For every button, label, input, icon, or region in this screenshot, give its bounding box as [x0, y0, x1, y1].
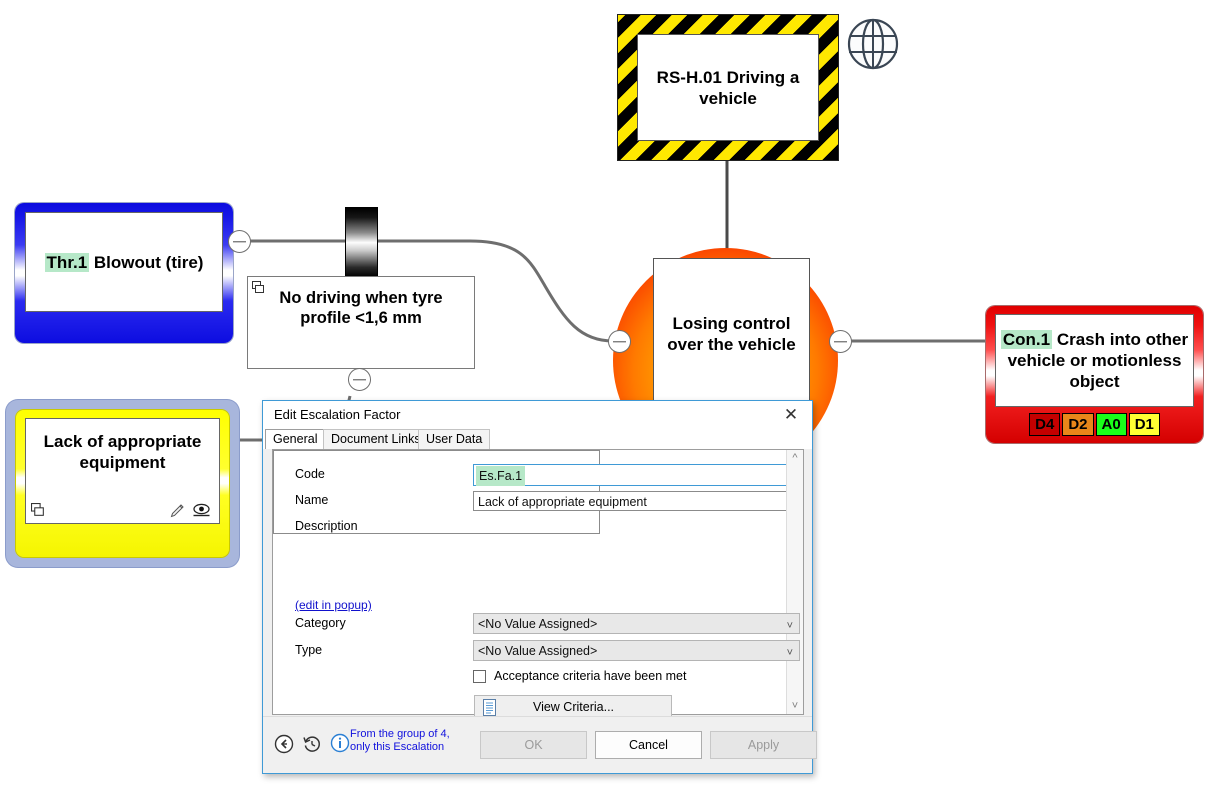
footer-note-line1: From the group of 4,: [350, 728, 465, 741]
copy-icon[interactable]: [31, 503, 46, 518]
threat-code: Thr.1: [45, 253, 90, 272]
consequence-badge[interactable]: D1: [1129, 413, 1160, 436]
edit-in-popup-link[interactable]: (edit in popup): [295, 598, 372, 612]
dialog-footer: From the group of 4, only this Escalatio…: [263, 716, 812, 773]
type-value: <No Value Assigned>: [478, 644, 597, 658]
name-label: Name: [295, 493, 328, 507]
threat-node-inner: Thr.1 Blowout (tire): [25, 212, 223, 312]
info-icon[interactable]: [330, 733, 350, 753]
code-input-value: Es.Fa.1: [476, 466, 525, 486]
description-scrollbar[interactable]: ^ ˅: [786, 450, 803, 714]
consequence-badges: D4D2A0D1: [986, 413, 1203, 436]
cancel-button[interactable]: Cancel: [595, 731, 702, 759]
pencil-icon[interactable]: [169, 503, 185, 519]
chevron-down-icon: ˅: [787, 618, 793, 635]
consequence-badge[interactable]: D2: [1062, 413, 1093, 436]
document-icon: [483, 699, 498, 716]
acceptance-criteria-label: Acceptance criteria have been met: [494, 669, 686, 683]
footer-note-line2: only this Escalation: [350, 741, 465, 754]
code-label: Code: [295, 467, 325, 481]
top-event-node[interactable]: Losing control over the vehicle: [653, 258, 810, 410]
top-event-right-connector[interactable]: [829, 330, 852, 353]
back-arrow-icon[interactable]: [274, 734, 294, 754]
dialog-title: Edit Escalation Factor: [274, 407, 400, 422]
dialog-tabs: General Document Links User Data: [263, 429, 812, 449]
dialog-panel-general: Code Es.Fa.1 Name Lack of appropriate eq…: [272, 449, 804, 715]
category-select[interactable]: <No Value Assigned> ˅: [473, 613, 800, 634]
top-event-left-connector[interactable]: [608, 330, 631, 353]
consequence-badge[interactable]: D4: [1029, 413, 1060, 436]
acceptance-criteria-checkbox[interactable]: [473, 670, 486, 683]
edit-escalation-factor-dialog[interactable]: Edit Escalation Factor ✕ General Documen…: [262, 400, 813, 774]
barrier-connector[interactable]: [348, 368, 371, 391]
close-icon[interactable]: ✕: [774, 403, 808, 427]
type-select[interactable]: <No Value Assigned> ˅: [473, 640, 800, 661]
description-label: Description: [295, 519, 358, 533]
consequence-node-inner: Con.1 Crash into other vehicle or motion…: [995, 314, 1194, 407]
chevron-down-icon: ˅: [787, 645, 793, 662]
hazard-node-inner: RS-H.01 Driving a vehicle: [637, 34, 819, 141]
category-label: Category: [295, 616, 346, 630]
acceptance-criteria-row[interactable]: Acceptance criteria have been met: [473, 669, 686, 683]
consequence-code: Con.1: [1001, 330, 1052, 349]
tab-document-links[interactable]: Document Links: [323, 429, 429, 449]
escalation-factor-node[interactable]: Lack of appropriate equipment: [6, 400, 239, 567]
consequence-node[interactable]: Con.1 Crash into other vehicle or motion…: [986, 306, 1203, 443]
view-criteria-label: View Criteria...: [498, 700, 671, 714]
consequence-label-wrap: Con.1 Crash into other vehicle or motion…: [996, 329, 1193, 392]
globe-icon: [845, 16, 901, 72]
scroll-down-icon[interactable]: ˅: [787, 698, 803, 714]
threat-label: Blowout (tire): [94, 253, 204, 272]
hazard-label: RS-H.01 Driving a vehicle: [638, 67, 818, 109]
footer-note: From the group of 4, only this Escalatio…: [350, 728, 465, 753]
name-input[interactable]: Lack of appropriate equipment: [473, 491, 800, 511]
category-value: <No Value Assigned>: [478, 617, 597, 631]
hazard-node[interactable]: RS-H.01 Driving a vehicle: [617, 14, 839, 161]
type-label: Type: [295, 643, 322, 657]
dialog-title-bar: Edit Escalation Factor ✕: [263, 401, 812, 429]
code-input[interactable]: Es.Fa.1: [473, 464, 800, 486]
threat-node[interactable]: Thr.1 Blowout (tire): [15, 203, 233, 343]
top-event-label: Losing control over the vehicle: [654, 313, 809, 355]
escalation-factor-label: Lack of appropriate equipment: [26, 431, 219, 473]
history-revert-icon[interactable]: [302, 734, 322, 754]
scroll-up-icon[interactable]: ^: [787, 450, 803, 466]
threat-connector[interactable]: [228, 230, 251, 253]
escalation-factor-inner: Lack of appropriate equipment: [25, 418, 220, 524]
escalation-factor-body: Lack of appropriate equipment: [16, 410, 229, 557]
eye-icon[interactable]: [192, 503, 211, 518]
barrier-node[interactable]: No driving when tyre profile <1,6 mm: [247, 276, 475, 369]
tab-user-data[interactable]: User Data: [418, 429, 490, 449]
ok-button[interactable]: OK: [480, 731, 587, 759]
barrier-bar-icon[interactable]: [345, 207, 378, 278]
copy-icon: [252, 281, 266, 295]
threat-label-wrap: Thr.1 Blowout (tire): [45, 252, 204, 273]
tab-general[interactable]: General: [265, 429, 325, 449]
apply-button[interactable]: Apply: [710, 731, 817, 759]
consequence-badge[interactable]: A0: [1096, 413, 1127, 436]
barrier-label: No driving when tyre profile <1,6 mm: [248, 277, 474, 328]
